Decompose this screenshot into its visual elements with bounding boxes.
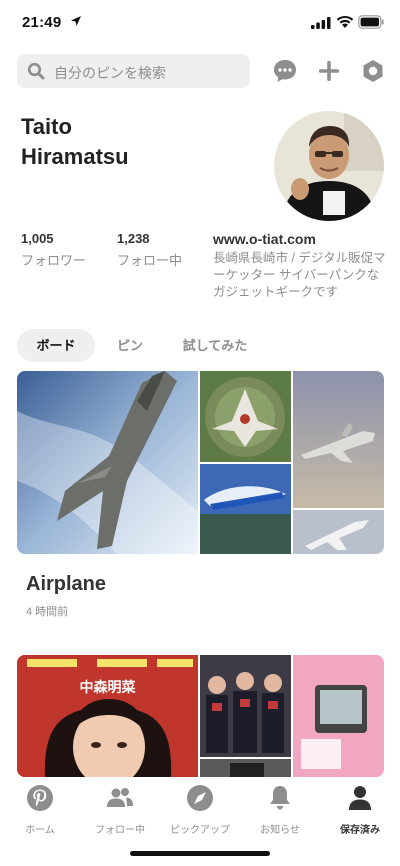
search-placeholder: 自分のピンを検索	[54, 65, 166, 81]
profile-last-name: Hiramatsu	[21, 144, 129, 169]
bell-icon	[270, 786, 290, 810]
avatar-photo	[274, 111, 384, 221]
board-cover-image	[17, 371, 198, 554]
tab-tried[interactable]: 試してみた	[172, 329, 258, 362]
board-card-2[interactable]: 中森明菜	[17, 655, 384, 777]
nav-saved[interactable]: 保存済み	[320, 783, 400, 836]
settings-icon[interactable]	[358, 56, 388, 86]
profile-about: www.o-tiat.com 長崎県長崎市 / デジタル販促マーケッター サイバ…	[213, 231, 389, 301]
nav-notifications-label: お知らせ	[260, 825, 300, 836]
status-bar: 21:49	[0, 0, 400, 44]
board-thumb-6	[293, 655, 384, 777]
nav-home[interactable]: ホーム	[0, 783, 80, 836]
following-label: フォロー中	[117, 253, 183, 268]
messages-icon[interactable]	[270, 56, 300, 86]
board-cover-image: 中森明菜	[17, 655, 198, 777]
board-title[interactable]: Airplane	[26, 573, 106, 596]
compass-icon	[187, 785, 213, 811]
avatar[interactable]	[274, 111, 384, 221]
followers-label: フォロワー	[21, 253, 87, 268]
battery-icon	[358, 15, 384, 29]
nav-notifications[interactable]: お知らせ	[240, 783, 320, 836]
nav-following-label: フォロー中	[95, 825, 145, 836]
nav-explore-label: ピックアップ	[170, 825, 230, 836]
search-input[interactable]: 自分のピンを検索	[17, 54, 250, 88]
person-icon	[349, 786, 371, 810]
nav-saved-label: 保存済み	[340, 825, 380, 836]
board-updated-time: 4 時間前	[26, 606, 69, 618]
plus-icon[interactable]	[314, 56, 344, 86]
nav-following[interactable]: フォロー中	[80, 783, 160, 836]
home-indicator[interactable]	[130, 851, 270, 856]
location-arrow-icon	[71, 16, 81, 26]
following-stat[interactable]: 1,238 フォロー中	[117, 231, 182, 269]
website-link[interactable]: www.o-tiat.com	[213, 231, 389, 247]
board-thumb-3	[200, 464, 291, 554]
nav-home-label: ホーム	[25, 825, 55, 836]
nav-explore[interactable]: ピックアップ	[160, 783, 240, 836]
wifi-icon	[336, 15, 354, 28]
following-count: 1,238	[117, 231, 150, 246]
search-icon	[27, 62, 45, 80]
people-icon	[107, 788, 133, 807]
board-cover-caption: 中森明菜	[79, 680, 136, 696]
profile-bio: 長崎県長崎市 / デジタル販促マーケッター サイバーパンクなガジェットギークです	[213, 251, 386, 299]
board-thumb-4	[293, 510, 384, 554]
cellular-signal-icon	[311, 17, 331, 29]
board-thumb-5	[200, 655, 291, 757]
status-time: 21:49	[22, 14, 62, 31]
board-card-airplane[interactable]	[17, 371, 384, 554]
tab-pins[interactable]: ピン	[110, 329, 150, 362]
board-thumb-7	[200, 759, 291, 777]
tab-boards[interactable]: ボード	[17, 329, 95, 362]
followers-count: 1,005	[21, 231, 54, 246]
board-thumb-1	[200, 371, 291, 462]
board-thumb-2	[293, 371, 384, 508]
profile-first-name: Taito	[21, 114, 72, 139]
profile-name: Taito Hiramatsu	[21, 112, 251, 172]
pinterest-icon	[27, 785, 53, 811]
board-cover-art	[17, 655, 198, 777]
followers-stat[interactable]: 1,005 フォロワー	[21, 231, 86, 269]
